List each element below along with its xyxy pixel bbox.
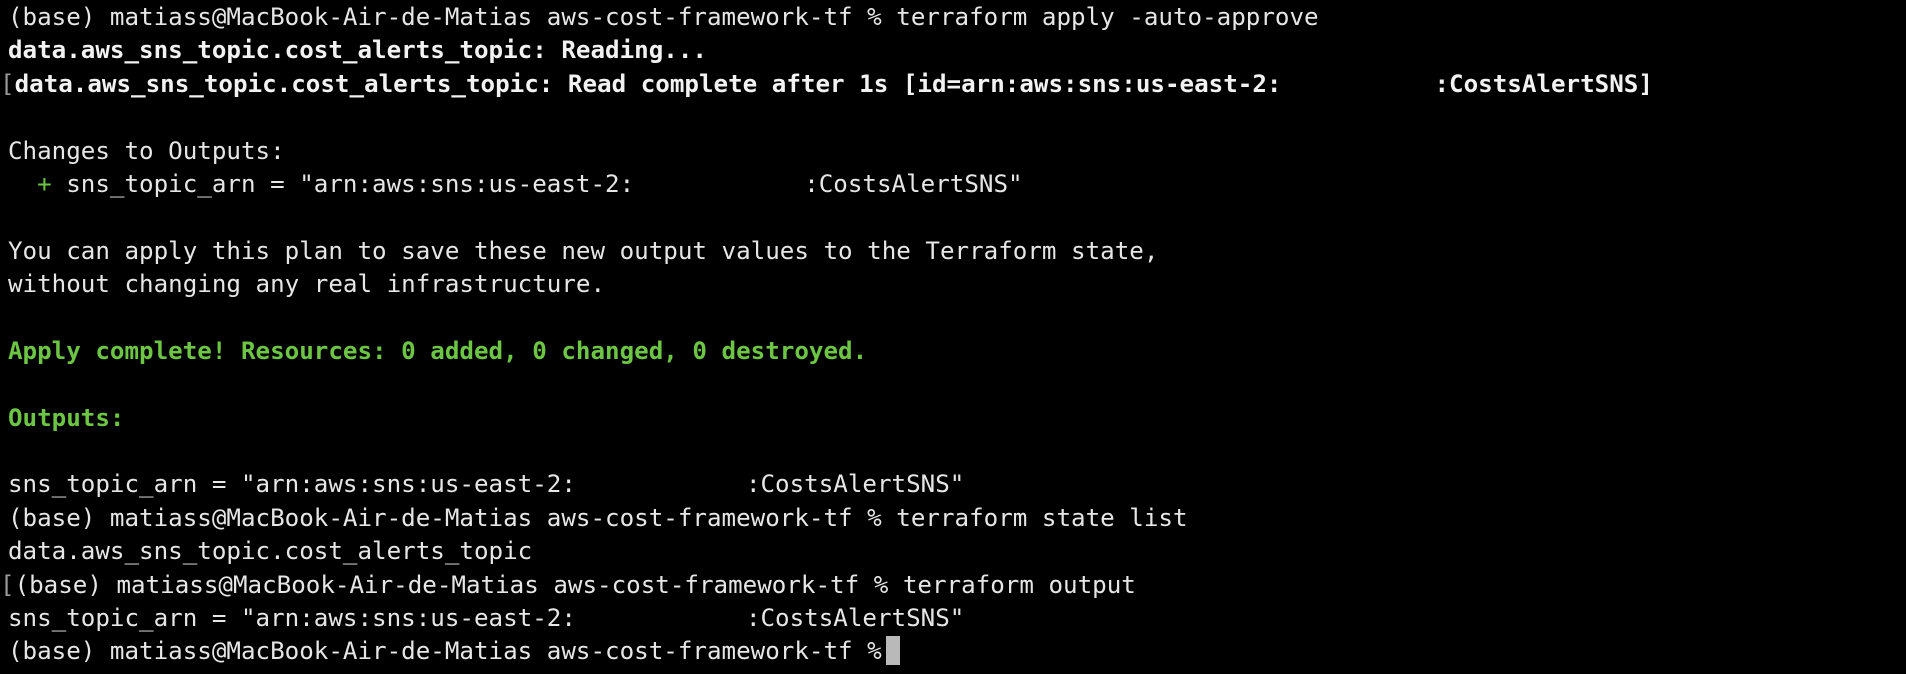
terminal-line: Outputs: [0, 402, 1906, 435]
output-text: Changes to Outputs: [8, 136, 285, 165]
plus-sign: + [37, 169, 52, 198]
terminal-line: sns_topic_arn = "arn:aws:sns:us-east-2::… [0, 602, 1906, 635]
terminal-line: You can apply this plan to save these ne… [0, 235, 1906, 268]
text-cursor[interactable] [885, 636, 900, 666]
terminal-line: + sns_topic_arn = "arn:aws:sns:us-east-2… [0, 168, 1906, 201]
terminal-line: [data.aws_sns_topic.cost_alerts_topic: R… [0, 68, 1906, 101]
output-text: without changing any real infrastructure… [8, 270, 606, 299]
terminal-line: (base) matiass@MacBook-Air-de-Matias aws… [0, 1, 1906, 34]
command-text: terraform apply -auto-approve [896, 3, 1319, 31]
shell-prompt: (base) matiass@MacBook-Air-de-Matias aws… [8, 503, 882, 532]
terminal-line: Changes to Outputs: [0, 135, 1906, 168]
output-text: You can apply this plan to save these ne… [8, 236, 1159, 265]
output-text: sns_topic_arn = "arn:aws:sns:us-east-2: [66, 169, 635, 198]
success-text: Apply complete! Resources: 0 added, 0 ch… [8, 336, 868, 365]
terminal-line: data.aws_sns_topic.cost_alerts_topic: Re… [0, 34, 1906, 67]
shell-prompt: (base) matiass@MacBook-Air-de-Matias aws… [14, 570, 889, 599]
terminal-window[interactable]: (base) matiass@MacBook-Air-de-Matias aws… [0, 0, 1906, 674]
mark-bracket: [ [0, 570, 15, 599]
output-text: data.aws_sns_topic.cost_alerts_topic: Re… [8, 36, 707, 65]
terminal-line: (base) matiass@MacBook-Air-de-Matias aws… [0, 502, 1906, 535]
shell-prompt: (base) matiass@MacBook-Air-de-Matias aws… [8, 3, 882, 31]
terminal-line: [(base) matiass@MacBook-Air-de-Matias aw… [0, 569, 1906, 602]
output-text: :CostsAlertSNS" [745, 604, 965, 633]
shell-prompt: (base) matiass@MacBook-Air-de-Matias aws… [8, 637, 882, 666]
command-text: terraform state list [896, 503, 1188, 532]
output-text: :CostsAlertSNS] [1434, 69, 1653, 98]
output-text: sns_topic_arn = "arn:aws:sns:us-east-2: [8, 470, 576, 499]
terminal-line[interactable]: (base) matiass@MacBook-Air-de-Matias aws… [0, 635, 1906, 668]
mark-bracket: [ [0, 69, 15, 98]
outputs-header: Outputs: [8, 403, 125, 432]
output-text: :CostsAlertSNS" [745, 470, 965, 499]
terminal-line: data.aws_sns_topic.cost_alerts_topic [0, 535, 1906, 568]
terminal-line: sns_topic_arn = "arn:aws:sns:us-east-2::… [0, 468, 1906, 501]
output-text: data.aws_sns_topic.cost_alerts_topic [8, 537, 533, 566]
output-text: :CostsAlertSNS" [804, 169, 1023, 198]
command-text: terraform output [902, 570, 1136, 599]
output-text: sns_topic_arn = "arn:aws:sns:us-east-2: [8, 604, 576, 633]
terminal-line: without changing any real infrastructure… [0, 268, 1906, 301]
terminal-line: Apply complete! Resources: 0 added, 0 ch… [0, 335, 1906, 368]
output-text: data.aws_sns_topic.cost_alerts_topic: Re… [14, 69, 1282, 98]
